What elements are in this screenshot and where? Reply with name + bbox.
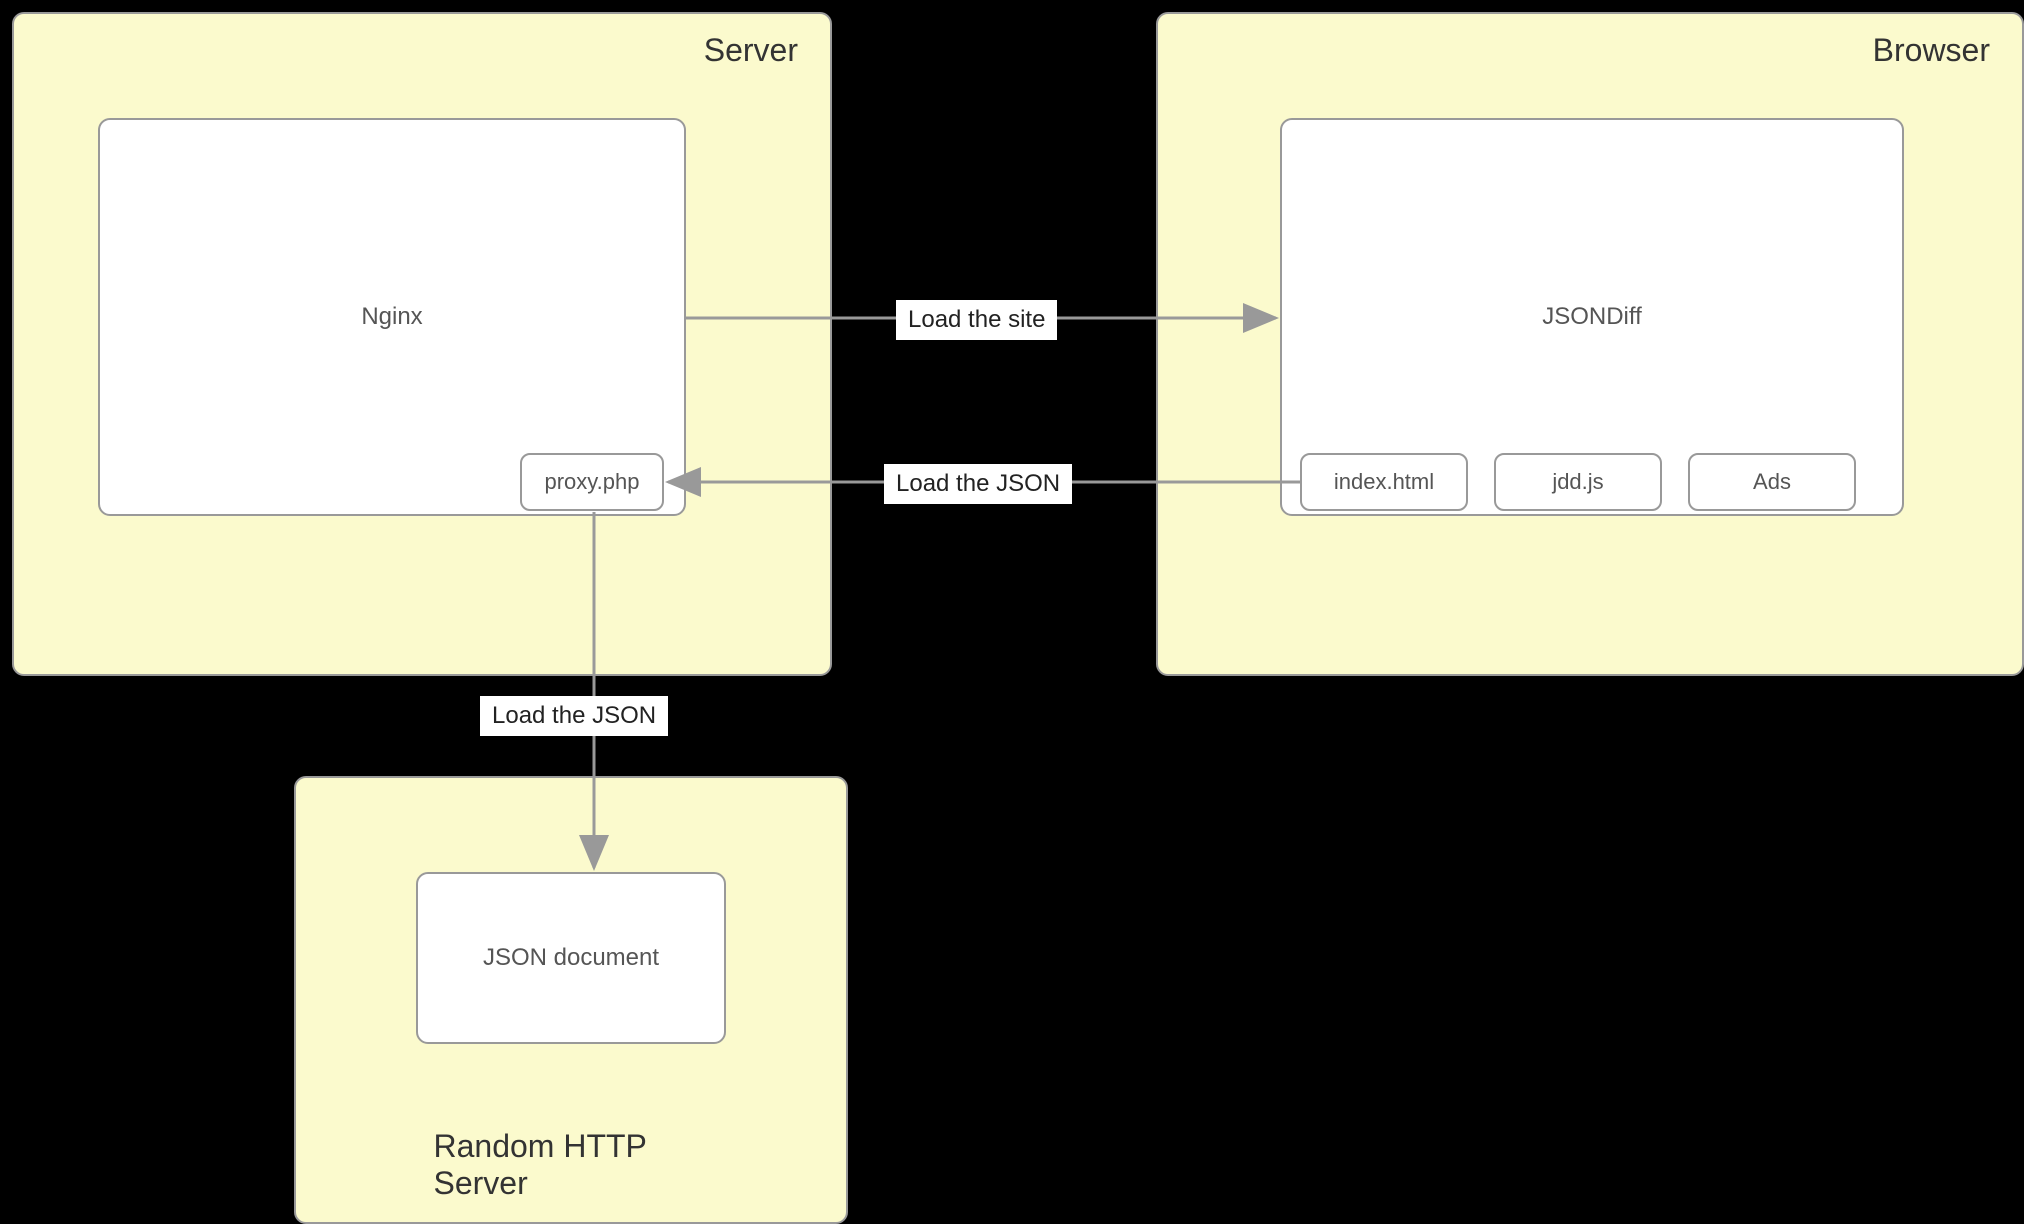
proxy-php-label: proxy.php bbox=[545, 469, 640, 495]
server-title: Server bbox=[704, 32, 798, 69]
jdd-js-node: jdd.js bbox=[1494, 453, 1662, 511]
index-html-label: index.html bbox=[1334, 469, 1434, 495]
json-document-node: JSON document bbox=[416, 872, 726, 1044]
ads-node: Ads bbox=[1688, 453, 1856, 511]
proxy-php-node: proxy.php bbox=[520, 453, 664, 511]
browser-title: Browser bbox=[1873, 32, 1990, 69]
index-html-node: index.html bbox=[1300, 453, 1468, 511]
load-site-label: Load the site bbox=[896, 300, 1057, 340]
ads-label: Ads bbox=[1753, 469, 1791, 495]
load-json-2-label: Load the JSON bbox=[480, 696, 668, 736]
jsondiff-label: JSONDiff bbox=[1542, 303, 1642, 331]
nginx-label: Nginx bbox=[361, 303, 422, 331]
json-document-label: JSON document bbox=[483, 944, 659, 972]
load-json-1-label: Load the JSON bbox=[884, 464, 1072, 504]
random-http-title: Random HTTP Server bbox=[434, 1128, 709, 1202]
jdd-js-label: jdd.js bbox=[1552, 469, 1603, 495]
